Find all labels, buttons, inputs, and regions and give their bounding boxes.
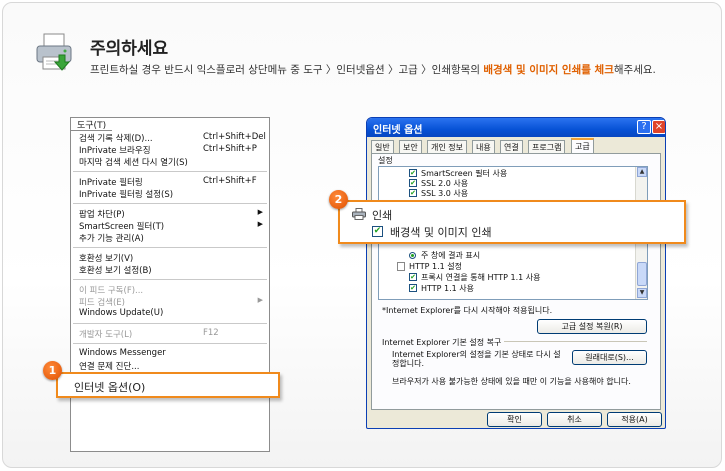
menu-separator	[73, 171, 267, 172]
ok-button[interactable]: 확인	[487, 412, 542, 427]
checkbox[interactable]: ✔	[409, 284, 417, 292]
reset-group-title: Internet Explorer 기본 설정 복구	[382, 337, 505, 348]
internet-options-label: 인터넷 옵션(O)	[74, 381, 146, 394]
menu-item-diagnose-connection[interactable]: 연결 문제 진단...	[79, 360, 265, 372]
menu-item-manage-addons[interactable]: 추가 기능 관리(A)	[79, 232, 265, 244]
step-badge-2: 2	[329, 190, 348, 209]
menu-separator	[73, 279, 267, 280]
menu-separator	[73, 203, 267, 204]
advanced-panel: 설정 ✔ SmartScreen 필터 사용 ✔ SSL 2.0 사용 ✔ SS…	[371, 153, 661, 410]
cancel-button[interactable]: 취소	[547, 412, 602, 427]
list-item: SSL 3.0 사용	[421, 189, 469, 198]
list-item: 주 창에 결과 표시	[421, 251, 481, 260]
scroll-down-icon[interactable]: ▼	[637, 288, 647, 298]
step-badge-1: 1	[43, 361, 62, 380]
tab-advanced[interactable]: 고급	[571, 138, 594, 154]
menu-item-label: 검색 기록 삭제(D)...	[79, 134, 153, 144]
tab-content[interactable]: 내용	[472, 140, 495, 153]
page-icon	[397, 262, 405, 271]
menu-item-windows-update[interactable]: Windows Update(U)	[79, 308, 265, 320]
scroll-up-icon[interactable]: ▲	[637, 167, 647, 177]
menu-item-label: 연결 문제 진단...	[79, 362, 140, 372]
menu-item-label: 추가 기능 관리(A)	[79, 234, 144, 244]
print-section-label: 인쇄	[372, 209, 393, 222]
menu-item-reopen-session[interactable]: 마지막 검색 세션 다시 열기(S)	[79, 156, 265, 168]
menu-item-subscribe-feed[interactable]: 이 피드 구독(F)...	[79, 284, 265, 296]
menu-item-compat-view[interactable]: 호환성 보기(V)	[79, 252, 265, 264]
menu-item-feed-discovery[interactable]: 피드 검색(E) ▶	[79, 296, 265, 308]
menu-item-label: 호환성 보기 설정(B)	[79, 266, 152, 276]
menu-separator	[73, 343, 267, 344]
background-print-label: 배경색 및 이미지 인쇄	[390, 226, 492, 239]
checkbox[interactable]: ✔	[409, 179, 417, 187]
menu-separator	[73, 247, 267, 248]
submenu-arrow-icon: ▶	[257, 220, 263, 228]
restart-note: *Internet Explorer를 다시 시작해야 적용됩니다.	[382, 306, 553, 315]
menu-item-label: 호환성 보기(V)	[79, 254, 134, 264]
radio-button[interactable]	[409, 252, 416, 259]
menu-item-developer-tools[interactable]: 개발자 도구(L) F12	[79, 328, 265, 340]
page-title: 주의하세요	[90, 39, 169, 59]
dialog-title: 인터넷 옵션	[367, 118, 665, 137]
menu-item-windows-messenger[interactable]: Windows Messenger	[79, 348, 265, 360]
background-print-checkbox[interactable]: ✔	[372, 226, 383, 237]
checkbox[interactable]: ✔	[409, 273, 417, 281]
tab-privacy[interactable]: 개인 정보	[427, 140, 467, 153]
menu-item-shortcut: Ctrl+Shift+F	[203, 176, 257, 186]
menu-tools[interactable]: 도구(T)	[71, 118, 113, 131]
menu-item-label: SmartScreen 필터(T)	[79, 222, 165, 232]
menu-item-smartscreen[interactable]: SmartScreen 필터(T) ▶	[79, 220, 265, 232]
menu-item-label: InPrivate 필터링 설정(S)	[79, 190, 174, 200]
list-item: 프록시 연결을 통해 HTTP 1.1 사용	[421, 273, 541, 282]
menu-separator	[73, 323, 267, 324]
internet-options-dialog: 인터넷 옵션 ? × 일반 보안 개인 정보 내용 연결 프로그램 고급 설정 …	[366, 117, 666, 429]
menu-item-popup-blocker[interactable]: 팝업 차단(P) ▶	[79, 208, 265, 220]
menu-item-inprivate-browsing[interactable]: InPrivate 브라우징 Ctrl+Shift+P	[79, 144, 265, 156]
checkbox[interactable]: ✔	[409, 169, 417, 177]
menu-item-label: 팝업 차단(P)	[79, 210, 125, 220]
list-item: HTTP 1.1 사용	[421, 284, 475, 293]
menu-item-shortcut: Ctrl+Shift+P	[203, 144, 257, 154]
reset-description-2: 정합니다.	[392, 359, 424, 368]
menu-item-label: 개발자 도구(L)	[79, 330, 133, 340]
menu-item-label: 마지막 검색 세션 다시 열기(S)	[79, 158, 188, 168]
menu-item-label: 피드 검색(E)	[79, 298, 125, 308]
tools-menu: 도구(T) 검색 기록 삭제(D)... Ctrl+Shift+Del InPri…	[70, 117, 270, 452]
broken-state-note: 브라우저가 사용 불가능한 상태에 있을 때만 이 기능을 사용해야 합니다.	[392, 377, 631, 386]
menu-item-shortcut: Ctrl+Shift+Del	[203, 132, 266, 142]
printer-icon	[36, 33, 72, 71]
submenu-arrow-icon: ▶	[257, 208, 263, 216]
tab-security[interactable]: 보안	[399, 140, 422, 153]
restore-advanced-button[interactable]: 고급 설정 복원(R)	[537, 319, 647, 334]
apply-button[interactable]: 적용(A)	[607, 412, 662, 427]
menu-item-label: InPrivate 브라우징	[79, 146, 151, 156]
menu-item-label: InPrivate 필터링	[79, 178, 143, 188]
menu-item-inprivate-filtering[interactable]: InPrivate 필터링 Ctrl+Shift+F	[79, 176, 265, 188]
instruction-text: 프린트하실 경우 반드시 익스플로러 상단메뉴 중 도구 〉인터넷옵션 〉고급 …	[90, 62, 656, 77]
help-button[interactable]: ?	[637, 120, 651, 134]
close-button[interactable]: ×	[652, 120, 665, 134]
submenu-arrow-icon: ▶	[257, 296, 263, 304]
tab-general[interactable]: 일반	[371, 140, 394, 153]
menu-item-label: Windows Messenger	[79, 348, 166, 358]
menu-item-label: Windows Update(U)	[79, 308, 164, 318]
menu-item-delete-history[interactable]: 검색 기록 삭제(D)... Ctrl+Shift+Del	[79, 132, 266, 144]
settings-label: 설정	[378, 156, 393, 165]
tab-connections[interactable]: 연결	[500, 140, 523, 153]
menu-item-compat-settings[interactable]: 호환성 보기 설정(B)	[79, 264, 265, 276]
menu-item-inprivate-filter-settings[interactable]: InPrivate 필터링 설정(S)	[79, 188, 265, 200]
checkbox[interactable]: ✔	[409, 189, 417, 197]
instruction-post: 해주세요.	[613, 64, 656, 76]
menu-item-shortcut: F12	[203, 328, 219, 338]
list-item: HTTP 1.1 설정	[409, 262, 463, 271]
internet-options-callout[interactable]: 인터넷 옵션(O)	[56, 372, 280, 398]
menu-item-label: 이 피드 구독(F)...	[79, 286, 144, 296]
print-settings-callout: 인쇄 ✔ 배경색 및 이미지 인쇄	[338, 200, 686, 244]
printer-small-icon	[352, 208, 366, 220]
reset-button[interactable]: 원래대로(S)...	[572, 350, 647, 365]
tab-programs[interactable]: 프로그램	[528, 140, 566, 153]
scroll-thumb[interactable]	[637, 262, 647, 286]
instruction-highlight: 배경색 및 이미지 인쇄를 체크	[483, 64, 614, 76]
instruction-pre: 프린트하실 경우 반드시 익스플로러 상단메뉴 중 도구 〉인터넷옵션 〉고급 …	[90, 64, 484, 76]
